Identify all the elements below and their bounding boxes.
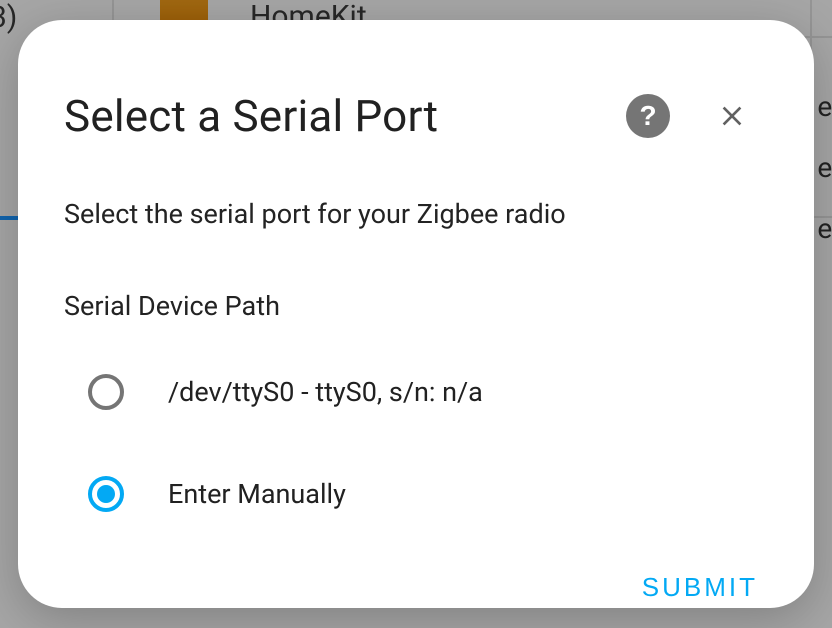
serial-port-dialog: Select a Serial Port ? Select the serial… [18,20,814,608]
option-label: Enter Manually [168,478,346,510]
dialog-subtitle: Select the serial port for your Zigbee r… [64,198,768,230]
dialog-header: Select a Serial Port ? [64,90,768,142]
help-button[interactable]: ? [626,94,670,138]
radio-icon [88,476,124,512]
close-icon [716,100,748,132]
radio-icon [88,374,124,410]
dialog-footer: SUBMIT [64,564,768,611]
help-icon: ? [639,100,656,132]
submit-button[interactable]: SUBMIT [632,564,768,611]
serial-port-option-manual[interactable]: Enter Manually [64,462,768,526]
serial-port-option[interactable]: /dev/ttyS0 - ttyS0, s/n: n/a [64,360,768,424]
close-button[interactable] [710,94,754,138]
dialog-header-actions: ? [626,94,754,138]
option-label: /dev/ttyS0 - ttyS0, s/n: n/a [168,376,483,408]
field-label: Serial Device Path [64,290,768,322]
dialog-title: Select a Serial Port [64,90,438,142]
